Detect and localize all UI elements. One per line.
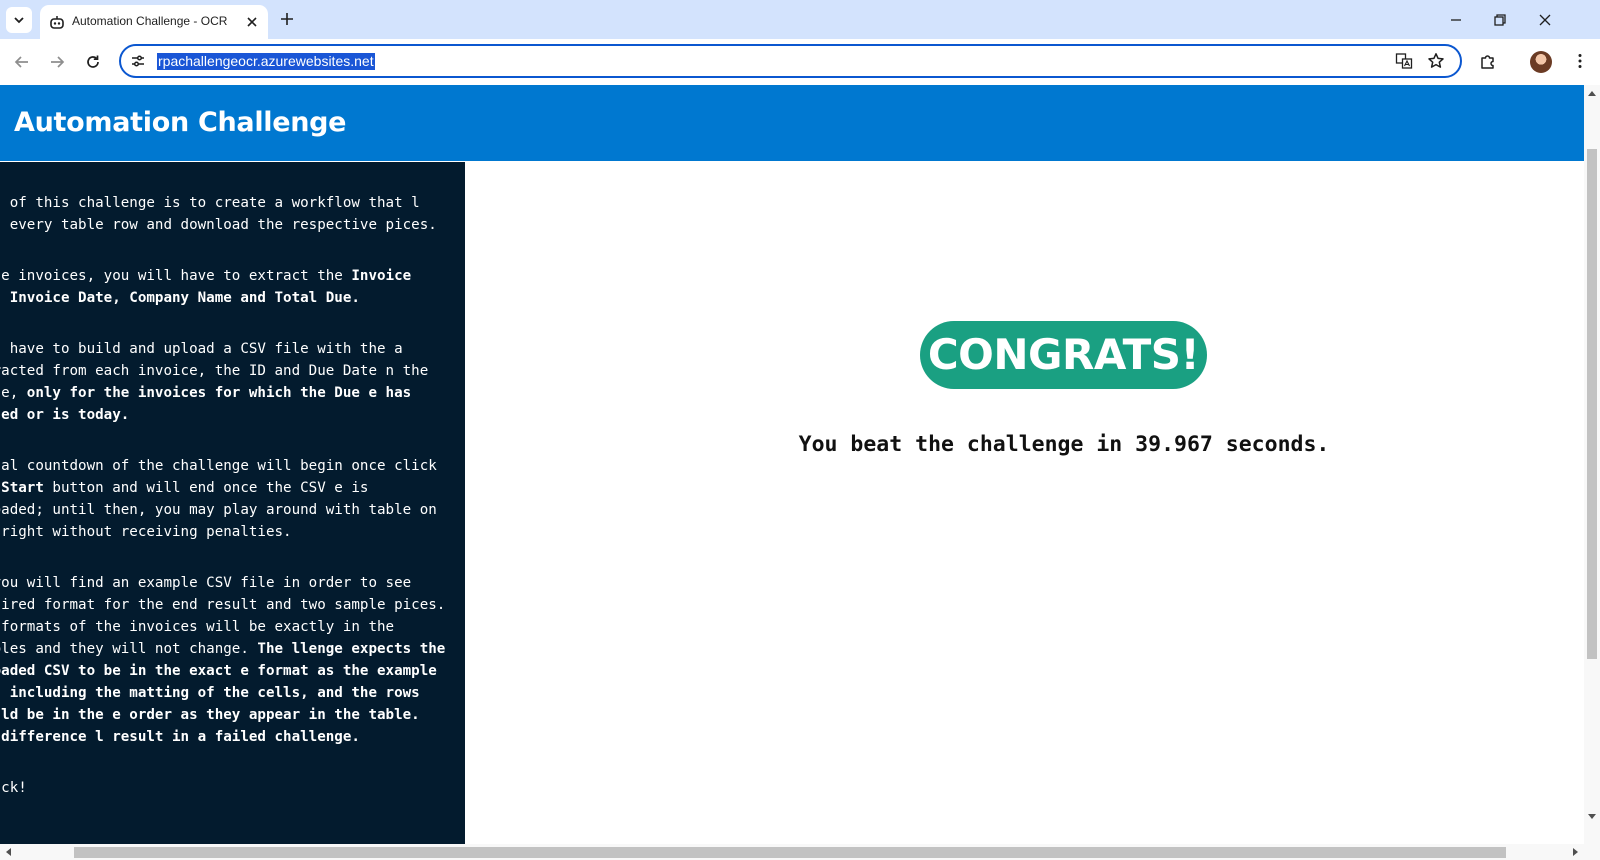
close-window-icon[interactable] [1537,12,1553,28]
back-arrow-icon[interactable] [13,53,31,71]
instructions-text-run: goal of this challenge is to create a wo… [0,195,437,233]
site-info-icon[interactable] [129,52,147,70]
instructions-text-run: n the invoices, you will have to extract… [0,268,352,284]
tab-title: Automation Challenge - OCR [72,14,228,28]
instructions-paragraph: ow you will find an example CSV file in … [0,572,447,748]
new-tab-icon[interactable] [279,11,295,27]
congrats-badge: CONGRATS! [920,321,1207,389]
forward-arrow-icon[interactable] [48,53,66,71]
scroll-down-arrow-icon[interactable] [1588,814,1596,819]
site-header: Automation Challenge [0,85,1584,161]
profile-avatar[interactable] [1530,51,1552,73]
chevron-down-icon [14,17,24,24]
browser-tab[interactable]: Automation Challenge - OCR [40,5,268,39]
url-text[interactable]: rpachallengeocr.azurewebsites.net [157,53,375,70]
scroll-right-arrow-icon[interactable] [1573,848,1578,856]
instructions-bold-run: only for the invoices for which the Due … [0,385,412,423]
instructions-paragraph: d luck! [0,777,447,799]
result-message: You beat the challenge in 39.967 seconds… [798,432,1330,457]
vertical-scroll-thumb[interactable] [1587,149,1597,659]
scroll-left-arrow-icon[interactable] [6,848,11,856]
horizontal-scrollbar[interactable] [0,844,1600,860]
reload-icon[interactable] [84,53,102,71]
instructions-text: goal of this challenge is to create a wo… [0,192,447,828]
extensions-puzzle-icon[interactable] [1479,52,1497,70]
instructions-paragraph: goal of this challenge is to create a wo… [0,192,447,236]
instructions-text-run: d luck! [0,780,27,796]
instructions-paragraph: will have to build and upload a CSV file… [0,338,447,426]
vertical-scrollbar[interactable] [1584,85,1600,844]
page-title: Automation Challenge [14,107,347,138]
restore-icon[interactable] [1492,12,1508,28]
browser-toolbar: rpachallengeocr.azurewebsites.net [0,39,1600,85]
instructions-paragraph: actual countdown of the challenge will b… [0,455,447,543]
page-viewport: Automation Challenge goal of this challe… [0,85,1584,844]
robot-favicon-icon [50,16,64,29]
instructions-panel: goal of this challenge is to create a wo… [0,162,465,844]
instructions-bold-run: Start [1,480,44,496]
horizontal-scroll-thumb[interactable] [74,847,1506,858]
instructions-paragraph: n the invoices, you will have to extract… [0,265,447,309]
close-tab-icon[interactable] [244,14,260,30]
tab-search-button[interactable] [6,7,32,33]
translate-icon[interactable] [1395,52,1413,70]
tab-strip: Automation Challenge - OCR [0,0,1600,39]
minimize-icon[interactable] [1448,12,1464,28]
instructions-text-run: button and will end once the CSV e is up… [0,480,437,540]
bookmark-star-icon[interactable] [1427,52,1445,70]
address-bar[interactable]: rpachallengeocr.azurewebsites.net [119,44,1462,78]
kebab-menu-icon[interactable] [1571,52,1589,70]
scroll-up-arrow-icon[interactable] [1588,91,1596,96]
